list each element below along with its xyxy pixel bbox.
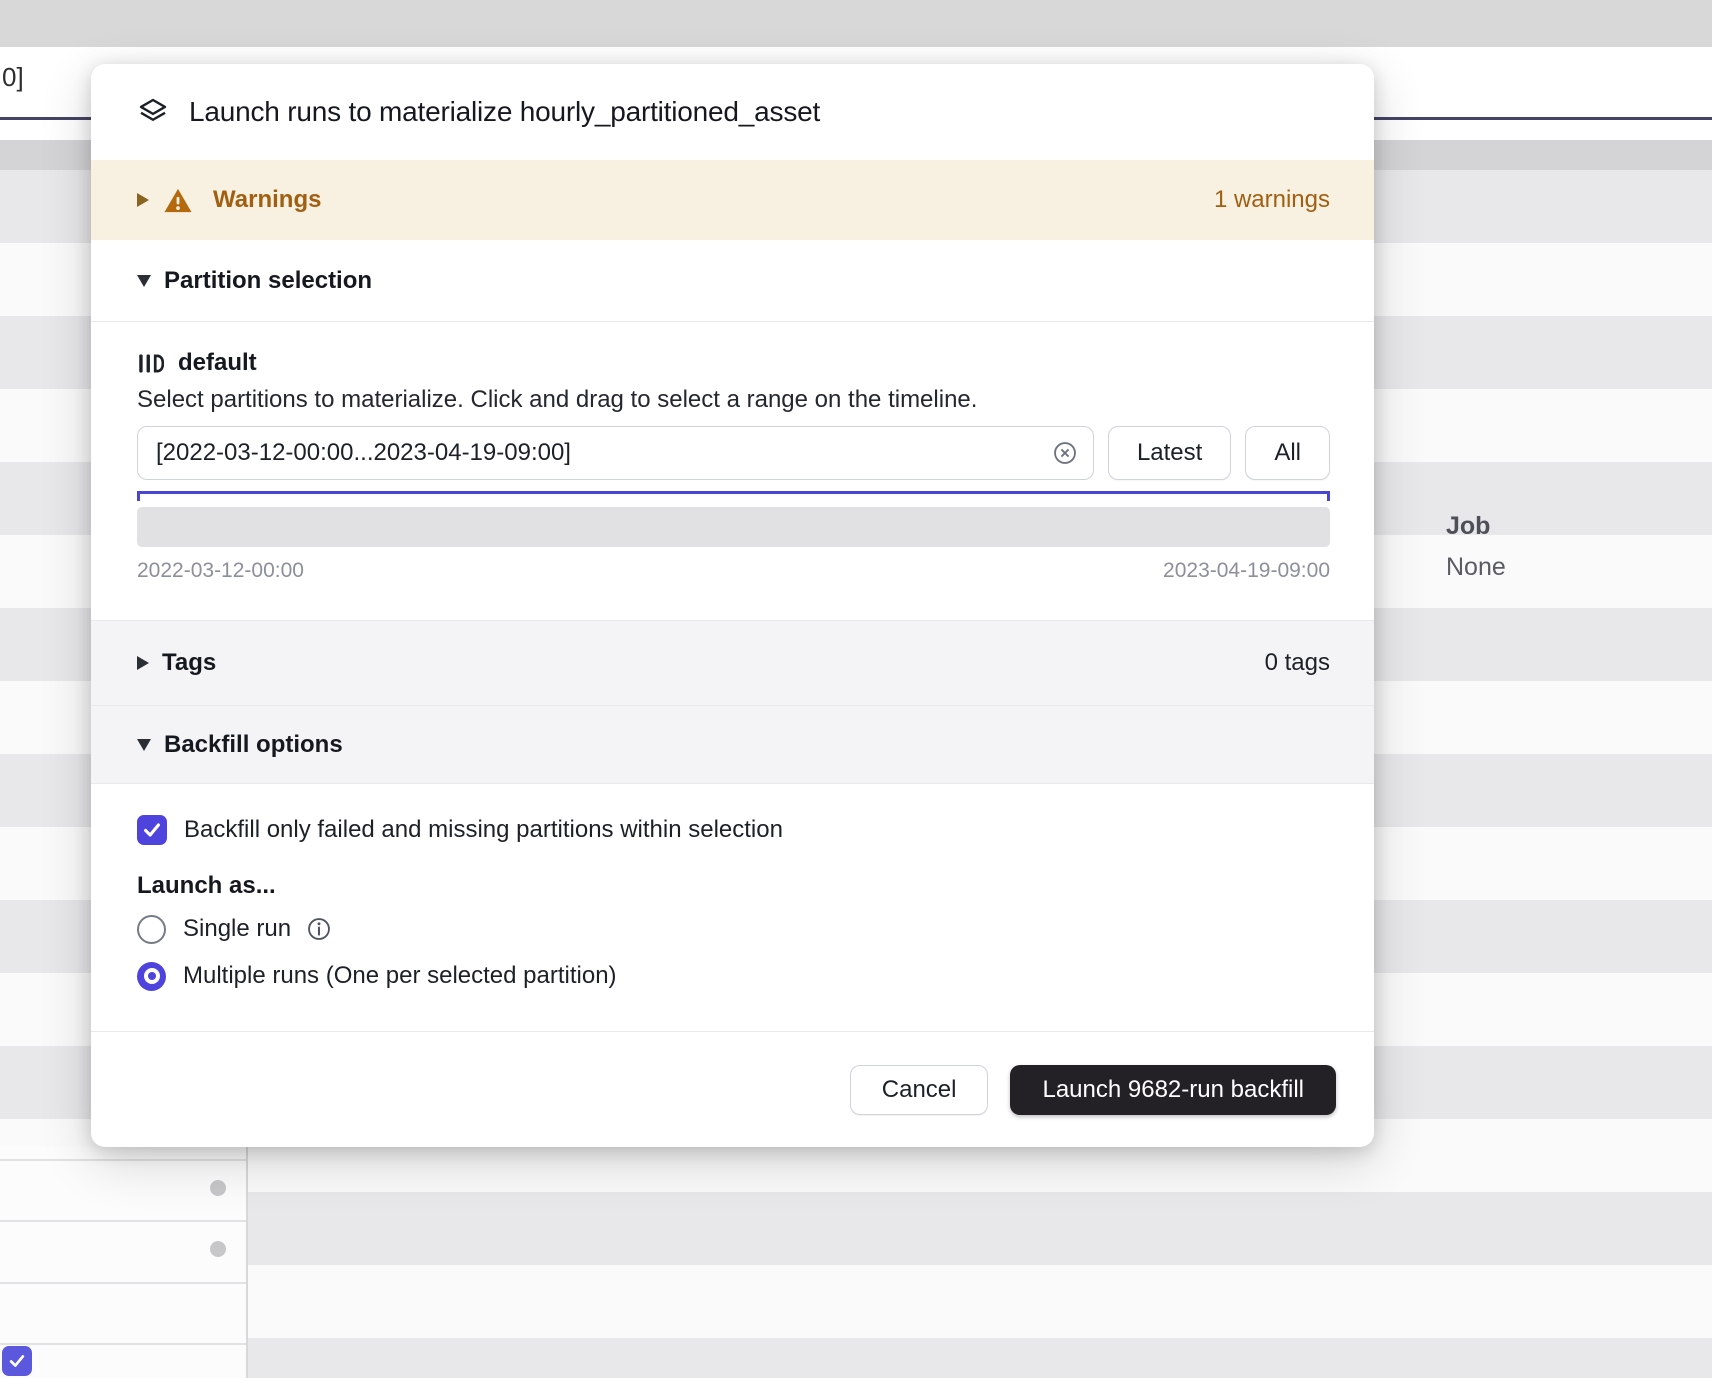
all-button[interactable]: All bbox=[1245, 426, 1330, 480]
timeline-selection-bracket bbox=[137, 491, 1330, 501]
warning-triangle-icon bbox=[163, 187, 193, 214]
panel-row-divider bbox=[0, 1220, 246, 1222]
single-run-info-button[interactable] bbox=[306, 916, 332, 942]
checkbox-label: Backfill only failed and missing partiti… bbox=[184, 816, 783, 844]
timeline-labels: 2022-03-12-00:00 2023-04-19-09:00 bbox=[137, 559, 1330, 583]
launch-as-label: Launch as... bbox=[137, 872, 1330, 900]
background-left-panel bbox=[0, 1147, 248, 1378]
panel-row-divider bbox=[0, 1343, 246, 1345]
clear-selection-button[interactable] bbox=[1052, 440, 1078, 466]
radio-dot bbox=[148, 972, 156, 980]
partition-instructions: Select partitions to materialize. Click … bbox=[137, 386, 1330, 414]
partition-selection-section-header[interactable]: Partition selection bbox=[91, 240, 1374, 322]
chevron-down-icon bbox=[137, 739, 151, 751]
partition-range-input-wrap bbox=[137, 426, 1094, 480]
dialog-header: Launch runs to materialize hourly_partit… bbox=[91, 64, 1374, 160]
chevron-right-icon bbox=[137, 193, 149, 207]
failed-missing-checkbox-row[interactable]: Backfill only failed and missing partiti… bbox=[137, 814, 1330, 846]
partition-set-icon bbox=[137, 350, 164, 377]
status-dot-icon bbox=[210, 1180, 226, 1196]
row-checkbox bbox=[2, 1346, 32, 1376]
partition-selection-header-label: Partition selection bbox=[164, 267, 372, 295]
partition-range-input[interactable] bbox=[137, 426, 1094, 480]
partition-input-row: Latest All bbox=[137, 426, 1330, 480]
multiple-runs-radio-row[interactable]: Multiple runs (One per selected partitio… bbox=[137, 961, 1330, 991]
status-dot-icon bbox=[210, 1241, 226, 1257]
materialize-layers-icon bbox=[137, 96, 169, 128]
radio-ring bbox=[144, 968, 160, 984]
warnings-count: 1 warnings bbox=[1214, 186, 1330, 214]
dimension-row: default bbox=[137, 348, 1330, 378]
job-column-label: Job bbox=[1446, 512, 1506, 541]
warnings-label: Warnings bbox=[213, 186, 321, 214]
dimension-name: default bbox=[178, 349, 257, 377]
info-icon bbox=[306, 916, 332, 942]
cancel-button[interactable]: Cancel bbox=[850, 1065, 989, 1115]
single-run-label: Single run bbox=[183, 915, 291, 943]
panel-row-divider bbox=[0, 1159, 246, 1161]
backfill-options-body: Backfill only failed and missing partiti… bbox=[91, 784, 1374, 1031]
launch-backfill-button[interactable]: Launch 9682-run backfill bbox=[1010, 1065, 1336, 1115]
chevron-right-icon bbox=[137, 656, 149, 670]
tags-count: 0 tags bbox=[1265, 649, 1330, 677]
warnings-section-header[interactable]: Warnings 1 warnings bbox=[91, 160, 1374, 240]
job-column-value: None bbox=[1446, 553, 1506, 582]
tags-section-header[interactable]: Tags 0 tags bbox=[91, 620, 1374, 706]
tags-header-label: Tags bbox=[162, 649, 216, 677]
screen: 0] Job None Launch runs to materia bbox=[0, 0, 1712, 1378]
check-icon bbox=[7, 1351, 27, 1371]
dialog-title: Launch runs to materialize hourly_partit… bbox=[189, 96, 820, 128]
background-job-column: Job None bbox=[1446, 512, 1506, 582]
panel-row-divider bbox=[0, 1282, 246, 1284]
multiple-runs-label: Multiple runs (One per selected partitio… bbox=[183, 962, 617, 990]
partition-selection-body: default Select partitions to materialize… bbox=[91, 322, 1374, 620]
background-top-band bbox=[0, 0, 1712, 47]
chevron-down-icon bbox=[137, 275, 151, 287]
clear-circle-x-icon bbox=[1052, 440, 1078, 466]
partition-timeline[interactable] bbox=[137, 507, 1330, 547]
launch-backfill-dialog: Launch runs to materialize hourly_partit… bbox=[91, 64, 1374, 1147]
range-end-label: 2023-04-19-09:00 bbox=[1163, 559, 1330, 583]
range-start-label: 2022-03-12-00:00 bbox=[137, 559, 304, 583]
latest-button[interactable]: Latest bbox=[1108, 426, 1231, 480]
backfill-options-section-header[interactable]: Backfill options bbox=[91, 706, 1374, 784]
dialog-footer: Cancel Launch 9682-run backfill bbox=[91, 1031, 1374, 1147]
radio-unselected[interactable] bbox=[137, 915, 166, 944]
backfill-options-header-label: Backfill options bbox=[164, 731, 343, 759]
radio-selected[interactable] bbox=[137, 962, 166, 991]
single-run-radio-row[interactable]: Single run bbox=[137, 914, 1330, 944]
checkbox-checked[interactable] bbox=[137, 815, 167, 845]
check-icon bbox=[141, 819, 163, 841]
background-clipped-text: 0] bbox=[2, 62, 24, 93]
